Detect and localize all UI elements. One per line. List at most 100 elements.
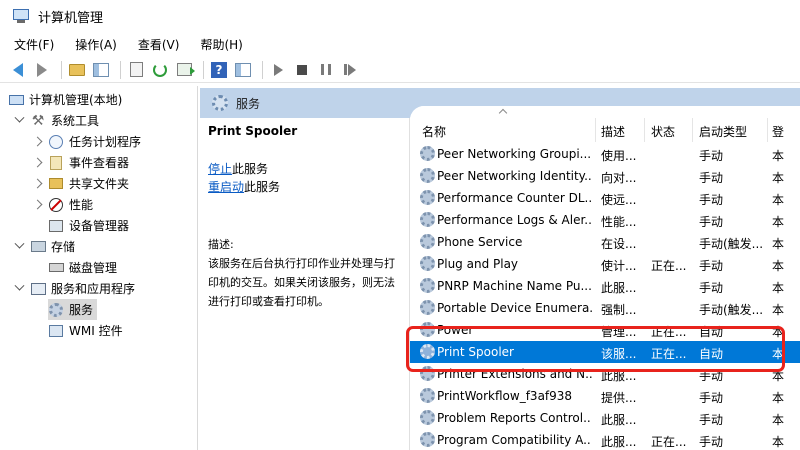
service-logon: 本 bbox=[772, 413, 785, 427]
service-startup-type: 手动 bbox=[699, 413, 724, 427]
expand-chevron-down-icon[interactable] bbox=[14, 280, 24, 294]
column-divider[interactable] bbox=[767, 118, 768, 142]
service-startup-type: 手动 bbox=[699, 215, 724, 229]
expand-chevron-right-icon[interactable] bbox=[32, 199, 42, 210]
expand-chevron-down-icon[interactable] bbox=[14, 112, 24, 126]
forward-icon[interactable] bbox=[32, 60, 52, 80]
service-logon: 本 bbox=[772, 259, 785, 273]
restart-service-icon[interactable] bbox=[340, 60, 360, 80]
back-icon[interactable] bbox=[8, 60, 28, 80]
services-apps-icon bbox=[30, 281, 46, 297]
show-hide-pane-icon[interactable] bbox=[233, 60, 253, 80]
column-header-name[interactable]: 名称 bbox=[422, 123, 446, 140]
disk-icon bbox=[48, 260, 64, 276]
service-row[interactable]: PrintWorkflow_f3af938 提供... 手动 本 bbox=[410, 385, 800, 407]
column-header-status[interactable]: 状态 bbox=[651, 123, 675, 140]
tree-item-label: 存储 bbox=[51, 240, 76, 254]
refresh-icon[interactable] bbox=[150, 60, 170, 80]
service-row[interactable]: Portable Device Enumera... 强制... 手动(触发..… bbox=[410, 297, 800, 319]
export-icon[interactable] bbox=[174, 60, 195, 80]
service-status: 正在... bbox=[651, 435, 687, 449]
service-name: Phone Service bbox=[437, 235, 523, 249]
tree-item-label: 服务 bbox=[69, 303, 94, 317]
service-row[interactable]: Peer Networking Groupi... 使用... 手动 本 bbox=[410, 143, 800, 165]
service-description: 此服... bbox=[601, 413, 637, 427]
service-row[interactable]: Phone Service 在设... 手动(触发... 本 bbox=[410, 231, 800, 253]
tree-item-storage[interactable]: 存储 bbox=[14, 236, 75, 257]
up-folder-icon[interactable] bbox=[67, 60, 87, 80]
service-row[interactable]: Problem Reports Control... 此服... 手动 本 bbox=[410, 407, 800, 429]
stop-service-link[interactable]: 停止 bbox=[208, 162, 232, 176]
menu-action[interactable]: 操作(A) bbox=[71, 34, 121, 55]
column-divider[interactable] bbox=[595, 118, 596, 142]
device-manager-icon bbox=[48, 218, 64, 234]
service-row[interactable]: Program Compatibility A... 此服... 正在... 手… bbox=[410, 429, 800, 450]
expand-chevron-right-icon[interactable] bbox=[32, 178, 42, 189]
tree-item-system-tools[interactable]: ⚒ 系统工具 bbox=[14, 110, 99, 131]
service-startup-type: 手动 bbox=[699, 149, 724, 163]
tree-item-shared-folders[interactable]: 共享文件夹 bbox=[32, 173, 129, 194]
tree-item-root[interactable]: 计算机管理(本地) bbox=[8, 89, 122, 110]
tree-item-performance[interactable]: 性能 bbox=[32, 194, 93, 215]
service-name: Performance Counter DL... bbox=[437, 191, 592, 205]
tree-item-task-scheduler[interactable]: 任务计划程序 bbox=[32, 131, 141, 152]
tree-item-device-manager[interactable]: 设备管理器 bbox=[48, 215, 129, 236]
menu-help[interactable]: 帮助(H) bbox=[196, 34, 246, 55]
service-description: 性能... bbox=[601, 215, 637, 229]
service-startup-type: 手动 bbox=[699, 391, 724, 405]
service-gear-icon bbox=[420, 388, 435, 403]
column-divider[interactable] bbox=[644, 118, 645, 142]
menu-file[interactable]: 文件(F) bbox=[10, 34, 58, 55]
column-divider[interactable] bbox=[692, 118, 693, 142]
tree-item-services[interactable]: 服务 bbox=[48, 299, 98, 320]
expand-chevron-right-icon[interactable] bbox=[32, 157, 42, 168]
start-service-icon[interactable] bbox=[268, 60, 288, 80]
tree-item-wmi[interactable]: WMI 控件 bbox=[48, 320, 123, 341]
service-row[interactable]: Performance Logs & Aler... 性能... 手动 本 bbox=[410, 209, 800, 231]
tree-item-disk-management[interactable]: 磁盘管理 bbox=[48, 257, 117, 278]
service-logon: 本 bbox=[772, 193, 785, 207]
restart-service-link[interactable]: 重启动 bbox=[208, 180, 244, 194]
service-name: PNRP Machine Name Pu... bbox=[437, 279, 592, 293]
service-row[interactable]: PNRP Machine Name Pu... 此服... 手动 本 bbox=[410, 275, 800, 297]
expand-chevron-right-icon[interactable] bbox=[32, 136, 42, 147]
service-gear-icon bbox=[420, 190, 435, 205]
service-logon: 本 bbox=[772, 391, 785, 405]
restart-action-line: 重启动此服务 bbox=[208, 178, 401, 196]
column-header-logon[interactable]: 登 bbox=[772, 123, 784, 140]
service-gear-icon bbox=[420, 432, 435, 447]
column-header-description[interactable]: 描述 bbox=[601, 123, 625, 140]
expand-chevron-down-icon[interactable] bbox=[14, 238, 24, 252]
service-row[interactable]: Performance Counter DL... 使远... 手动 本 bbox=[410, 187, 800, 209]
service-gear-icon bbox=[420, 168, 435, 183]
properties-icon[interactable] bbox=[126, 60, 146, 80]
service-description: 强制... bbox=[601, 303, 637, 317]
service-logon: 本 bbox=[772, 149, 785, 163]
gear-icon bbox=[212, 95, 228, 111]
service-gear-icon bbox=[420, 212, 435, 227]
service-name: Performance Logs & Aler... bbox=[437, 213, 592, 227]
tools-icon: ⚒ bbox=[31, 112, 45, 129]
service-gear-icon bbox=[420, 146, 435, 161]
console-tree-icon[interactable] bbox=[91, 60, 111, 80]
help-icon[interactable]: ? bbox=[209, 60, 229, 80]
service-name: Portable Device Enumera... bbox=[437, 301, 592, 315]
service-row[interactable]: Peer Networking Identity... 向对... 手动 本 bbox=[410, 165, 800, 187]
column-header-startup-type[interactable]: 启动类型 bbox=[699, 123, 747, 140]
stop-service-icon[interactable] bbox=[292, 60, 312, 80]
tree-item-event-viewer[interactable]: 事件查看器 bbox=[32, 152, 129, 173]
service-gear-icon bbox=[420, 300, 435, 315]
description-text: 该服务在后台执行打印作业并处理与打印机的交互。如果关闭该服务，则无法进行打印或查… bbox=[208, 257, 395, 308]
services-list: 名称 描述 状态 启动类型 登 Peer Networking Groupi..… bbox=[410, 106, 800, 450]
service-name: Program Compatibility A... bbox=[437, 433, 592, 447]
menu-view[interactable]: 查看(V) bbox=[134, 34, 184, 55]
clock-icon bbox=[48, 134, 64, 150]
service-gear-icon bbox=[420, 234, 435, 249]
stop-action-line: 停止此服务 bbox=[208, 160, 401, 178]
pause-service-icon[interactable] bbox=[316, 60, 336, 80]
tree-item-label: 事件查看器 bbox=[69, 156, 130, 170]
service-row[interactable]: Plug and Play 使计... 正在... 手动 本 bbox=[410, 253, 800, 275]
tree-item-services-apps[interactable]: 服务和应用程序 bbox=[14, 278, 135, 299]
toolbar-separator bbox=[120, 60, 121, 79]
wmi-icon bbox=[48, 323, 64, 339]
